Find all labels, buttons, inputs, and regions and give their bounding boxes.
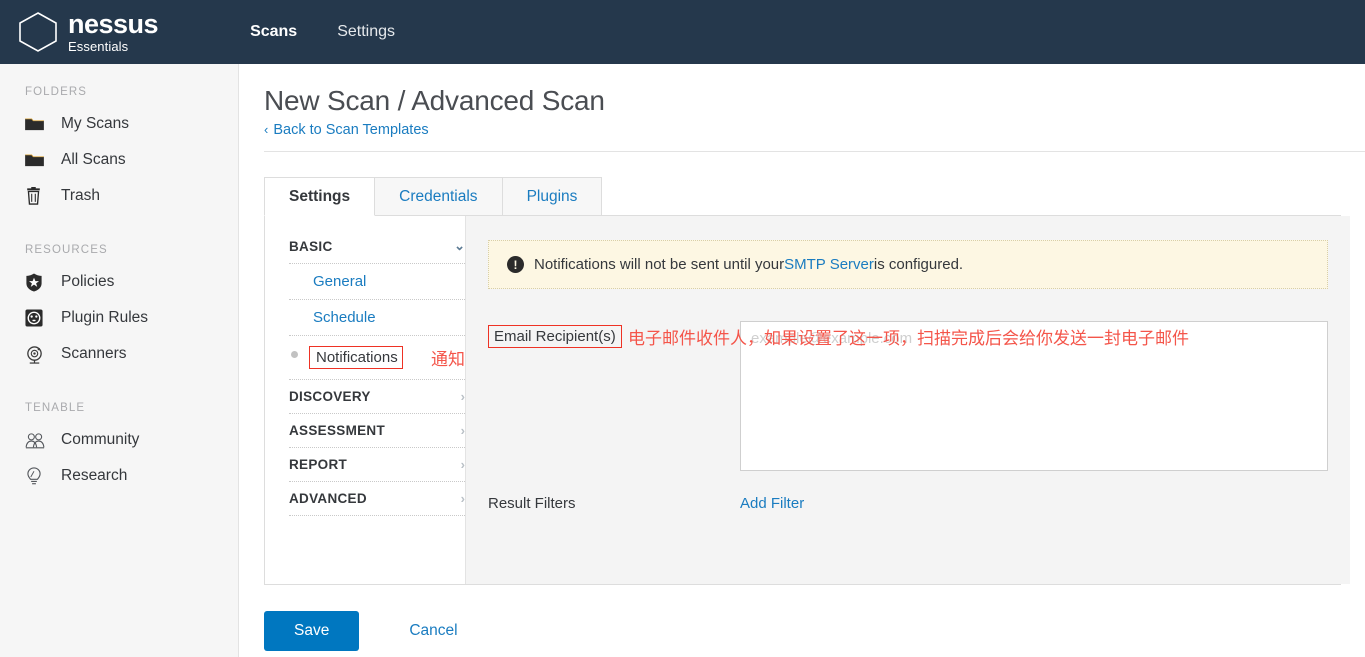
people-icon <box>25 432 49 449</box>
settings-nav-advanced[interactable]: ADVANCED › <box>289 491 465 517</box>
trash-icon <box>25 187 49 205</box>
result-filters-label: Result Filters <box>488 495 576 513</box>
exclamation-circle-icon: ! <box>507 256 524 274</box>
settings-nav-notifications[interactable]: Notifications 通知 <box>289 345 465 381</box>
settings-nav-label: ADVANCED <box>289 491 367 507</box>
annotation-notifications: 通知 <box>431 350 465 370</box>
form-actions: Save Cancel <box>264 611 1365 652</box>
radar-icon <box>25 345 49 364</box>
email-recipients-input[interactable] <box>740 321 1328 472</box>
plugin-outlet-icon <box>25 309 49 327</box>
top-navigation-bar: nessus Essentials Scans Settings <box>0 0 1365 64</box>
shield-star-icon <box>25 272 49 292</box>
selected-indicator-dot <box>291 351 298 359</box>
smtp-server-link[interactable]: SMTP Server <box>784 256 874 273</box>
settings-panel: BASIC ⌄ General Schedule Notifications 通… <box>264 215 1350 586</box>
sidebar-item-label: Scanners <box>61 345 127 362</box>
lightbulb-icon <box>25 466 49 486</box>
sidebar-item-label: Community <box>61 431 140 448</box>
email-recipients-row: Email Recipient(s) 电子邮件收件人，如果设置了这一项，扫描完成… <box>488 321 1328 472</box>
back-link-label: Back to Scan Templates <box>273 121 429 138</box>
page-header: New Scan / Advanced Scan ‹ Back to Scan … <box>240 64 1365 153</box>
tab-bar: Settings Credentials Plugins <box>264 177 1365 217</box>
sidebar-item-my-scans[interactable]: My Scans <box>0 106 238 142</box>
email-recipients-label: Email Recipient(s) <box>488 325 622 349</box>
sidebar-item-all-scans[interactable]: All Scans <box>0 142 238 178</box>
sidebar-item-plugin-rules[interactable]: Plugin Rules <box>0 300 238 336</box>
nav-link-scans[interactable]: Scans <box>250 23 297 41</box>
settings-nav-schedule[interactable]: Schedule <box>289 309 465 337</box>
result-filters-row: Result Filters Add Filter <box>488 495 1328 512</box>
sidebar-item-community[interactable]: Community <box>0 422 238 458</box>
hexagon-outline-icon <box>14 8 62 56</box>
notice-text-before: Notifications will not be sent until you… <box>534 256 785 274</box>
sidebar-group-title-folders: FOLDERS <box>25 86 88 98</box>
top-nav-links: Scans Settings <box>250 23 435 41</box>
smtp-warning-banner: ! Notifications will not be sent until y… <box>488 240 1328 290</box>
page-title: New Scan / Advanced Scan <box>264 85 605 116</box>
sidebar-item-label: Plugin Rules <box>61 309 149 326</box>
sidebar-item-label: Policies <box>61 273 115 290</box>
settings-nav-label: ASSESSMENT <box>289 423 386 439</box>
sidebar-group-title-tenable: TENABLE <box>25 402 86 414</box>
main-content: New Scan / Advanced Scan ‹ Back to Scan … <box>240 64 1365 657</box>
add-filter-link[interactable]: Add Filter <box>740 495 804 512</box>
sidebar-group-title-resources: RESOURCES <box>25 244 108 256</box>
tab-settings[interactable]: Settings <box>264 177 376 217</box>
settings-nav-label: REPORT <box>289 457 348 473</box>
header-divider <box>264 151 1365 153</box>
chevron-down-icon: ⌄ <box>454 238 465 254</box>
folder-icon <box>25 117 49 132</box>
save-button[interactable]: Save <box>264 611 360 652</box>
tab-plugins[interactable]: Plugins <box>501 177 603 216</box>
settings-category-nav: BASIC ⌄ General Schedule Notifications 通… <box>265 216 465 584</box>
brand-logo[interactable]: nessus Essentials <box>14 8 159 56</box>
settings-nav-general[interactable]: General <box>289 273 465 301</box>
settings-nav-label: General <box>313 273 367 291</box>
notifications-settings-content: ! Notifications will not be sent until y… <box>465 216 1350 585</box>
folder-icon <box>25 153 49 168</box>
brand-edition: Essentials <box>68 39 129 54</box>
sidebar-item-scanners[interactable]: Scanners <box>0 336 238 372</box>
settings-nav-report[interactable]: REPORT › <box>289 457 465 483</box>
settings-nav-basic[interactable]: BASIC ⌄ <box>289 238 465 265</box>
back-to-scan-templates-link[interactable]: ‹ Back to Scan Templates <box>264 122 429 138</box>
sidebar-item-trash[interactable]: Trash <box>0 178 238 214</box>
nav-link-settings[interactable]: Settings <box>337 23 395 41</box>
cancel-button[interactable]: Cancel <box>403 621 463 641</box>
sidebar-item-label: All Scans <box>61 151 126 168</box>
notice-text-after: is configured. <box>873 256 964 274</box>
brand-name: nessus <box>68 9 159 39</box>
sidebar-item-label: Research <box>61 467 128 484</box>
settings-nav-discovery[interactable]: DISCOVERY › <box>289 389 465 415</box>
settings-nav-assessment[interactable]: ASSESSMENT › <box>289 423 465 449</box>
tab-credentials[interactable]: Credentials <box>374 177 503 216</box>
chevron-left-icon: ‹ <box>264 122 269 138</box>
email-recipients-label-wrap: Email Recipient(s) 电子邮件收件人，如果设置了这一项，扫描完成… <box>488 321 1189 471</box>
sidebar-item-label: Trash <box>61 187 101 204</box>
sidebar-item-label: My Scans <box>61 115 130 132</box>
settings-nav-label: DISCOVERY <box>289 389 371 405</box>
sidebar-item-policies[interactable]: Policies <box>0 264 238 300</box>
settings-nav-label: BASIC <box>289 238 333 254</box>
settings-nav-label: Notifications <box>309 346 403 370</box>
sidebar-item-research[interactable]: Research <box>0 458 238 494</box>
settings-nav-label: Schedule <box>313 309 376 327</box>
sidebar: FOLDERS My Scans All Scans Trash RESOURC… <box>0 64 239 657</box>
